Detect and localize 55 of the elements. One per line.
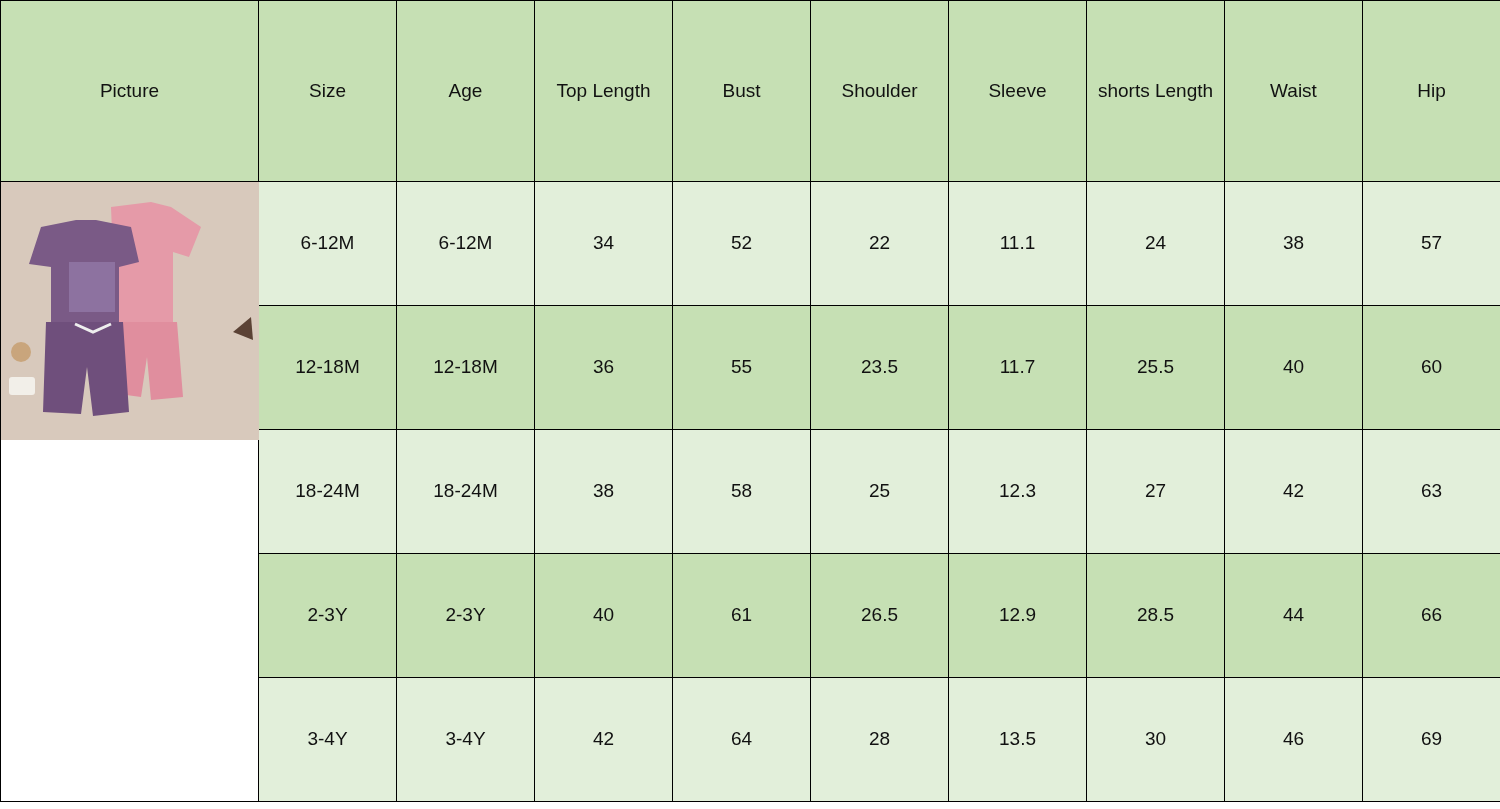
table-cell: 11.1 [948, 181, 1087, 306]
column-header: Bust [672, 0, 811, 182]
table-cell: 18-24M [258, 429, 397, 554]
table-cell: 23.5 [810, 305, 949, 430]
table-cell: 42 [534, 677, 673, 802]
column-header: Shoulder [810, 0, 949, 182]
table-cell: 2-3Y [258, 553, 397, 678]
table-cell: 40 [1224, 305, 1363, 430]
table-cell: 3-4Y [258, 677, 397, 802]
column-header: Hip [1362, 0, 1500, 182]
table-cell: 12.9 [948, 553, 1087, 678]
table-cell: 30 [1086, 677, 1225, 802]
table-cell: 28 [810, 677, 949, 802]
table-cell: 12-18M [258, 305, 397, 430]
table-cell: 55 [672, 305, 811, 430]
table-cell: 42 [1224, 429, 1363, 554]
table-cell: 57 [1362, 181, 1500, 306]
table-cell: 6-12M [258, 181, 397, 306]
column-header: Age [396, 0, 535, 182]
column-header: Waist [1224, 0, 1363, 182]
table-cell: 46 [1224, 677, 1363, 802]
column-header: Size [258, 0, 397, 182]
table-cell: 12-18M [396, 305, 535, 430]
table-cell: 36 [534, 305, 673, 430]
column-header: shorts Length [1086, 0, 1225, 182]
table-cell: 13.5 [948, 677, 1087, 802]
table-cell: 11.7 [948, 305, 1087, 430]
table-cell: 64 [672, 677, 811, 802]
table-cell: 69 [1362, 677, 1500, 802]
column-header: Top Length [534, 0, 673, 182]
table-cell: 34 [534, 181, 673, 306]
table-cell: 2-3Y [396, 553, 535, 678]
table-cell: 3-4Y [396, 677, 535, 802]
table-cell: 58 [672, 429, 811, 554]
column-header: Sleeve [948, 0, 1087, 182]
table-cell: 25.5 [1086, 305, 1225, 430]
table-cell: 28.5 [1086, 553, 1225, 678]
table-cell: 66 [1362, 553, 1500, 678]
table-cell: 26.5 [810, 553, 949, 678]
table-cell: 18-24M [396, 429, 535, 554]
table-cell: 38 [1224, 181, 1363, 306]
table-cell: 38 [534, 429, 673, 554]
table-cell: 63 [1362, 429, 1500, 554]
table-cell: 25 [810, 429, 949, 554]
table-cell: 12.3 [948, 429, 1087, 554]
table-cell: 52 [672, 181, 811, 306]
table-cell: 24 [1086, 181, 1225, 306]
table-cell: 60 [1362, 305, 1500, 430]
table-cell: 22 [810, 181, 949, 306]
table-cell: 6-12M [396, 181, 535, 306]
table-cell: 27 [1086, 429, 1225, 554]
table-cell: 44 [1224, 553, 1363, 678]
column-header: Picture [0, 0, 259, 182]
table-cell: 40 [534, 553, 673, 678]
table-cell: 61 [672, 553, 811, 678]
